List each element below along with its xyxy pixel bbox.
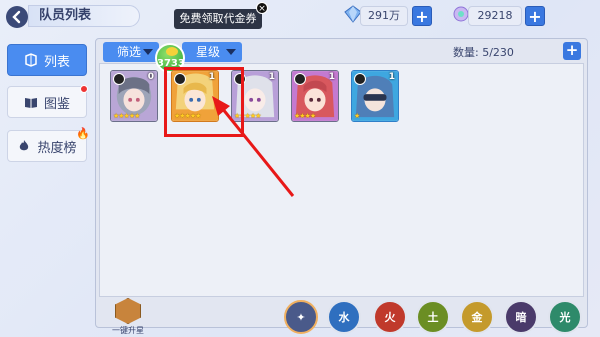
notification-dot [80,85,88,93]
add-slot-button[interactable]: + [563,42,581,60]
element-filter-water[interactable]: 水 [327,300,361,334]
card-level: 1 [268,72,275,82]
hot-badge-icon: 🔥 [76,127,90,140]
page-title: 队员列表 [28,5,140,27]
element-fire-icon: 火 [384,311,396,324]
element-filter-light[interactable]: 光 [548,300,582,334]
sidebar-item-label: 列表 [43,54,70,70]
sidebar-item-list[interactable]: 列表 [7,44,87,76]
element-filter-gold[interactable]: 金 [460,300,494,334]
type-icon [113,73,125,85]
element-all-icon: ✦ [296,310,306,324]
card-stars: ★ [354,112,360,120]
back-arrow-icon [12,10,21,24]
element-filter-earth[interactable]: 土 [416,300,450,334]
card-level: 1 [388,72,395,82]
flame-icon [20,140,29,151]
crystal-amount: 29218 [468,6,522,26]
element-earth-icon: 土 [427,311,439,324]
diamond-amount: 291万 [360,6,408,26]
roster-count: 数量: 5/230 [453,46,514,59]
one-key-upgrade-label: 一键升星 [112,326,144,335]
character-card[interactable]: 0 ★★★★★ [110,70,158,122]
element-filter-dark[interactable]: 暗 [504,300,538,334]
chevron-down-icon [143,49,153,55]
list-icon [25,53,37,67]
grade-label: 星级 [196,45,221,59]
sidebar-item-popularity[interactable]: 热度榜 🔥 [7,127,90,162]
element-light-icon: 光 [559,311,571,324]
element-gold-icon: 金 [471,311,483,324]
book-icon [24,98,37,108]
chevron-down-icon [226,49,236,55]
type-icon [354,73,366,85]
element-water-icon: 水 [338,311,350,324]
character-card[interactable]: 1 ★ [351,70,399,122]
card-stars: ★★★★★ [113,112,140,120]
tooltip-close-icon[interactable]: × [256,2,268,14]
card-stars: ★★★★ [294,112,316,120]
sidebar-item-catalog[interactable]: 图鉴 [7,85,88,118]
upgrade-hex-icon [115,298,141,324]
sidebar-item-label: 热度榜 [37,140,77,156]
element-dark-icon: 暗 [515,311,527,324]
grade-dropdown[interactable]: 星级 [182,42,242,62]
filter-label: 筛选 [117,45,142,59]
card-level: 1 [328,72,335,82]
element-filter-fire[interactable]: 火 [373,300,407,334]
sidebar-item-label: 图鉴 [43,96,70,112]
diamond-add-button[interactable]: + [412,6,432,26]
character-card[interactable]: 1 ★★★★ [291,70,339,122]
type-icon [294,73,306,85]
element-filter-all[interactable]: ✦ [284,300,318,334]
coin-face-icon [166,47,178,56]
one-key-upgrade-button[interactable]: 一键升星 [103,298,153,335]
free-voucher-tooltip[interactable]: 免费领取代金券 [174,9,262,29]
crystal-add-button[interactable]: + [525,6,545,26]
card-level: 0 [147,72,154,82]
back-button[interactable] [6,6,28,28]
top-bar: 队员列表 291万 + 29218 + [0,0,600,34]
highlight-box [164,67,244,137]
filter-dropdown[interactable]: 筛选 [103,42,159,62]
